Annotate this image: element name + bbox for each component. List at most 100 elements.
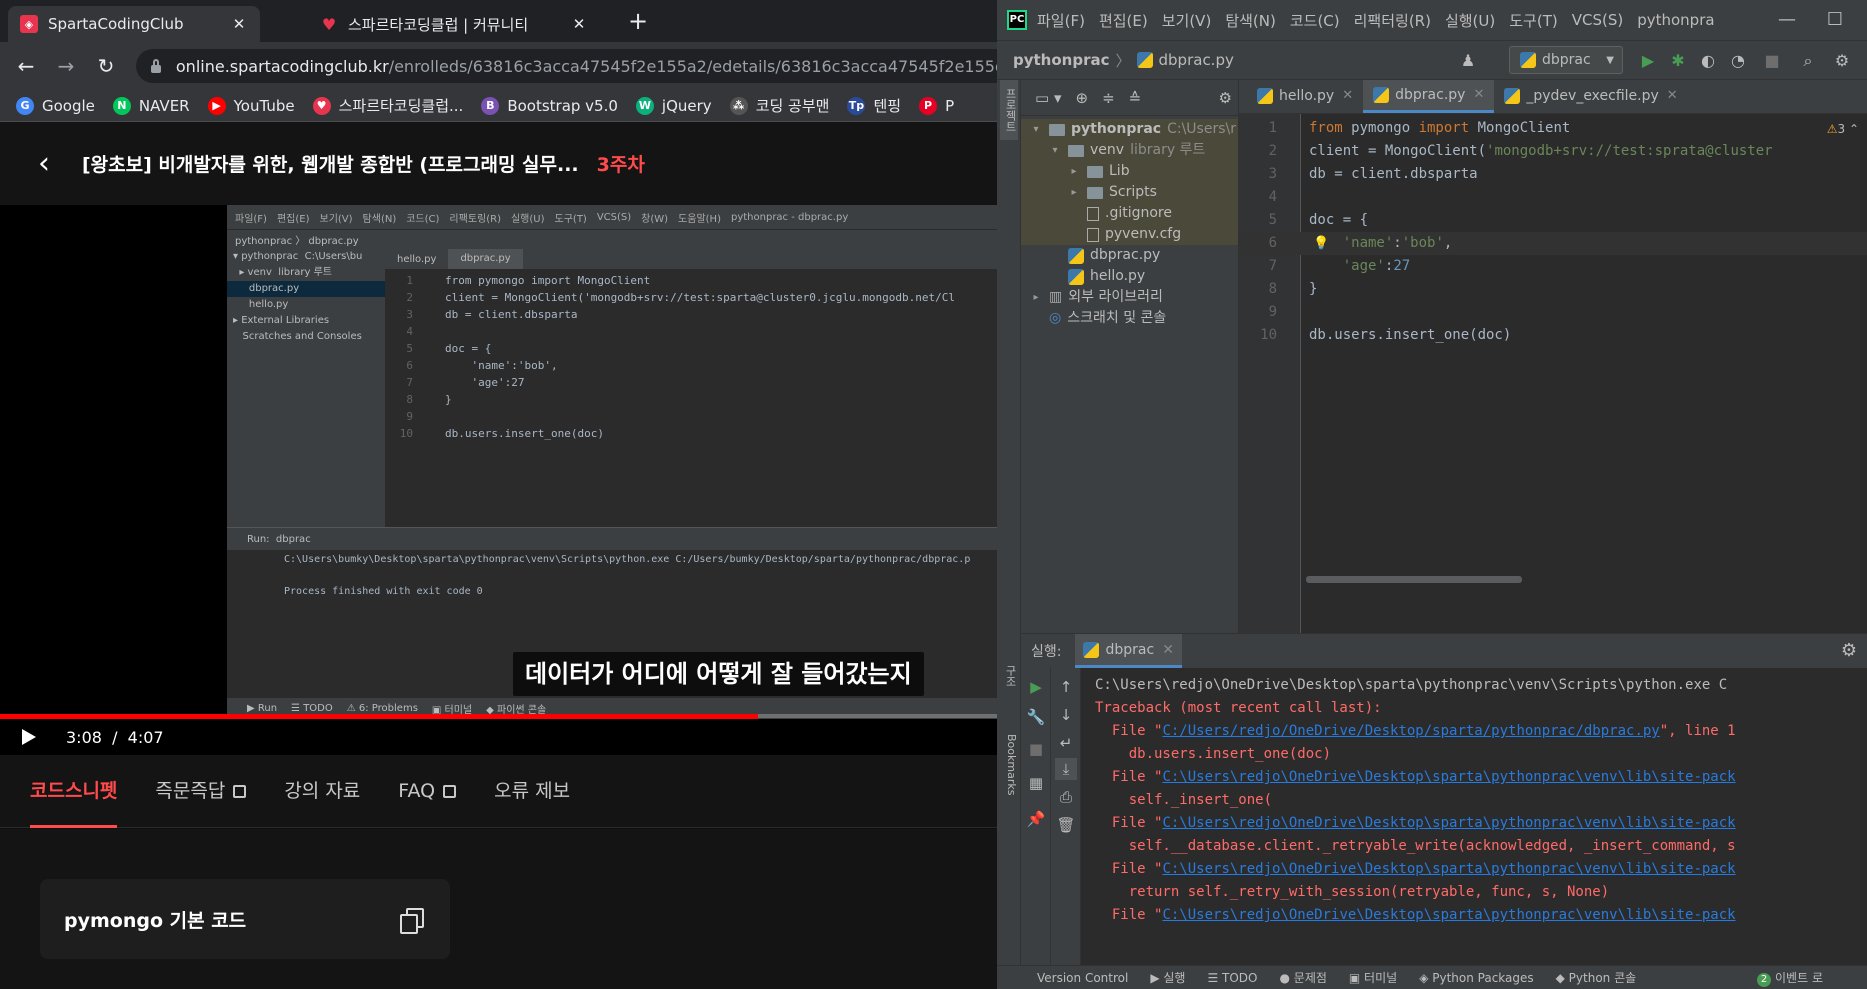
console-file-link[interactable]: C:\Users\redjo\OneDrive\Desktop\sparta\p… xyxy=(1162,861,1735,877)
project-tool-tab[interactable]: 프로젝트 xyxy=(1000,80,1018,140)
ide-menu-item[interactable]: 편집(E) xyxy=(1099,10,1148,31)
code-line[interactable]: 3 db = client.dbsparta xyxy=(1239,163,1867,186)
editor-horizontal-scrollbar[interactable] xyxy=(1306,576,1522,583)
back-arrow-icon[interactable]: ← xyxy=(14,54,38,78)
lightbulb-icon[interactable]: 💡 xyxy=(1313,232,1329,255)
ide-menu-item[interactable]: 코드(C) xyxy=(1290,10,1340,31)
breadcrumb-file[interactable]: dbprac.py xyxy=(1159,51,1234,69)
run-tab-dbprac[interactable]: dbprac ✕ xyxy=(1075,634,1182,668)
status-bar-tool[interactable]: ☰ TODO xyxy=(1207,971,1257,985)
copy-icon[interactable] xyxy=(400,908,424,934)
tree-chevron-icon[interactable]: ▸ xyxy=(1067,161,1081,182)
close-tab-icon[interactable]: ✕ xyxy=(570,15,588,33)
code-line[interactable]: 8} xyxy=(1239,278,1867,301)
code-line[interactable]: 2 client = MongoClient('mongodb+srv://tes… xyxy=(1239,140,1867,163)
content-tab[interactable]: 즉문즉답 xyxy=(155,755,247,828)
tree-chevron-icon[interactable]: ▾ xyxy=(1029,119,1043,140)
project-tree-item[interactable]: hello.py xyxy=(1021,266,1238,287)
expand-all-icon[interactable]: ≑ xyxy=(1102,89,1115,107)
debug-icon[interactable]: ✱ xyxy=(1667,50,1689,72)
code-line[interactable]: 9 xyxy=(1239,301,1867,324)
status-bar-tool[interactable]: ▣ 터미널 xyxy=(1349,969,1397,986)
bookmark-item[interactable]: WjQuery xyxy=(635,96,712,115)
soft-wrap-icon[interactable]: ↵ xyxy=(1055,732,1077,754)
content-tab[interactable]: FAQ xyxy=(398,755,457,828)
content-tab[interactable]: 강의 자료 xyxy=(284,755,360,828)
bookmark-item[interactable]: G Google xyxy=(16,96,95,115)
ide-menu-item[interactable]: 보기(V) xyxy=(1162,10,1212,31)
structure-tool-tab[interactable]: 구조 xyxy=(1000,656,1018,696)
status-bar-tool[interactable]: ● 문제점 xyxy=(1280,969,1327,986)
project-tree-item[interactable]: ◎ 스크래치 및 콘솔 xyxy=(1021,308,1238,329)
gear-icon[interactable]: ⚙ xyxy=(1219,89,1232,107)
browser-tab-community[interactable]: ♥ 스파르타코딩클럽 | 커뮤니티 ✕ xyxy=(308,6,600,42)
stop-icon[interactable]: ■ xyxy=(1025,738,1047,760)
editor-tab[interactable]: _pydev_execfile.py ✕ xyxy=(1494,80,1687,113)
profile-icon[interactable]: ◔ xyxy=(1727,50,1749,72)
status-bar-tool[interactable]: ◆ Python 콘솔 xyxy=(1556,969,1637,986)
collapse-all-icon[interactable]: ≙ xyxy=(1129,89,1142,107)
close-tab-icon[interactable]: ✕ xyxy=(1473,80,1484,112)
bookmark-item[interactable]: ▶ YouTube xyxy=(207,96,295,115)
project-tree-item[interactable]: ▸ Scripts xyxy=(1021,182,1238,203)
content-tab[interactable]: 코드스니펫 xyxy=(30,755,118,828)
bookmark-item[interactable]: Tp 텐핑 xyxy=(847,95,901,116)
layout-icon[interactable]: ▦ xyxy=(1025,772,1047,794)
project-tree-item[interactable]: dbprac.py xyxy=(1021,245,1238,266)
ide-menu-item[interactable]: 실행(U) xyxy=(1445,10,1495,31)
status-bar-tool[interactable]: Version Control xyxy=(1037,971,1128,985)
close-tab-icon[interactable]: ✕ xyxy=(230,15,248,33)
address-bar[interactable]: online.spartacodingclub.kr/enrolleds/638… xyxy=(136,49,997,83)
ide-menu-item[interactable]: 도구(T) xyxy=(1509,10,1557,31)
editor-tab[interactable]: dbprac.py ✕ xyxy=(1363,80,1495,113)
code-snippet-card[interactable]: pymongo 기본 코드 xyxy=(40,879,450,959)
project-tree-item[interactable]: ▾ pythonprac C:\Users\r xyxy=(1021,119,1238,140)
code-line[interactable]: 6 'name':'bob', 💡 xyxy=(1239,232,1867,255)
wrench-icon[interactable]: 🔧 xyxy=(1025,706,1047,728)
close-tab-icon[interactable]: ✕ xyxy=(1667,80,1678,113)
user-account-icon[interactable]: ♟ xyxy=(1457,50,1479,72)
status-bar-tool[interactable]: ▶ 실행 xyxy=(1150,969,1185,986)
arrow-down-icon[interactable]: ↓ xyxy=(1055,704,1077,726)
gear-icon[interactable]: ⚙ xyxy=(1841,640,1857,661)
run-configuration-select[interactable]: dbprac ▼ xyxy=(1509,46,1623,74)
ide-menu-item[interactable]: 파일(F) xyxy=(1037,10,1085,31)
project-tree-item[interactable]: ▾ venv library 루트 xyxy=(1021,140,1238,161)
coverage-icon[interactable]: ◐ xyxy=(1697,50,1719,72)
bookmark-item[interactable]: PP xyxy=(919,96,954,115)
new-tab-icon[interactable]: + xyxy=(624,8,652,36)
console-file-link[interactable]: C:\Users\redjo\OneDrive\Desktop\sparta\p… xyxy=(1162,769,1735,785)
trash-icon[interactable]: 🗑 xyxy=(1055,814,1077,836)
rerun-icon[interactable]: ▶ xyxy=(1025,676,1047,698)
maximize-icon[interactable]: ☐ xyxy=(1815,0,1855,40)
reload-icon[interactable]: ↻ xyxy=(94,54,118,78)
editor-tab[interactable]: hello.py ✕ xyxy=(1247,80,1363,113)
bookmark-item[interactable]: ♥ 스파르타코딩클럽... xyxy=(312,95,463,116)
scroll-to-end-icon[interactable]: ⤓ xyxy=(1055,758,1077,780)
ide-menu-item[interactable]: pythonpra xyxy=(1637,11,1714,29)
ide-menu-item[interactable]: VCS(S) xyxy=(1572,11,1623,29)
close-tab-icon[interactable]: ✕ xyxy=(1342,80,1353,113)
ide-menu-item[interactable]: 리팩터링(R) xyxy=(1354,10,1431,31)
locate-icon[interactable]: ⊕ xyxy=(1075,89,1088,107)
code-line[interactable]: 10 db.users.insert_one(doc) xyxy=(1239,324,1867,347)
code-line[interactable]: 5 doc = { xyxy=(1239,209,1867,232)
tree-chevron-icon[interactable]: ▸ xyxy=(1067,182,1081,203)
console-file-link[interactable]: C:\Users\redjo\OneDrive\Desktop\sparta\p… xyxy=(1162,907,1735,923)
breadcrumb-project[interactable]: pythonprac xyxy=(1013,51,1110,69)
status-bar-tool[interactable]: ◈ Python Packages xyxy=(1419,971,1533,985)
pin-icon[interactable]: 📌 xyxy=(1025,808,1047,830)
tree-chevron-icon[interactable]: ▸ xyxy=(1029,287,1043,308)
project-tree-item[interactable]: ▸ ▥ 외부 라이브러리 xyxy=(1021,287,1238,308)
browser-tab-sparta[interactable]: ◈ SpartaCodingClub ✕ xyxy=(8,6,260,42)
settings-icon[interactable]: ⚙ xyxy=(1831,50,1853,72)
search-icon[interactable]: ⌕ xyxy=(1797,50,1819,72)
chevron-left-icon[interactable]: ‹ xyxy=(38,146,58,181)
console-file-link[interactable]: C:\Users\redjo\OneDrive\Desktop\sparta\p… xyxy=(1162,815,1735,831)
bookmark-item[interactable]: N NAVER xyxy=(112,96,190,115)
project-tree-item[interactable]: .gitignore xyxy=(1021,203,1238,224)
stop-icon[interactable]: ■ xyxy=(1761,50,1783,72)
close-icon[interactable]: ✕ xyxy=(1162,642,1174,658)
video-player[interactable]: 파일(F) 편집(E) 보기(V) 탐색(N) 코드(C) 리팩토링(R) 실행(U) 도구(… xyxy=(0,205,997,755)
bookmark-item[interactable]: ⁂ 코딩 공부맨 xyxy=(729,95,829,116)
